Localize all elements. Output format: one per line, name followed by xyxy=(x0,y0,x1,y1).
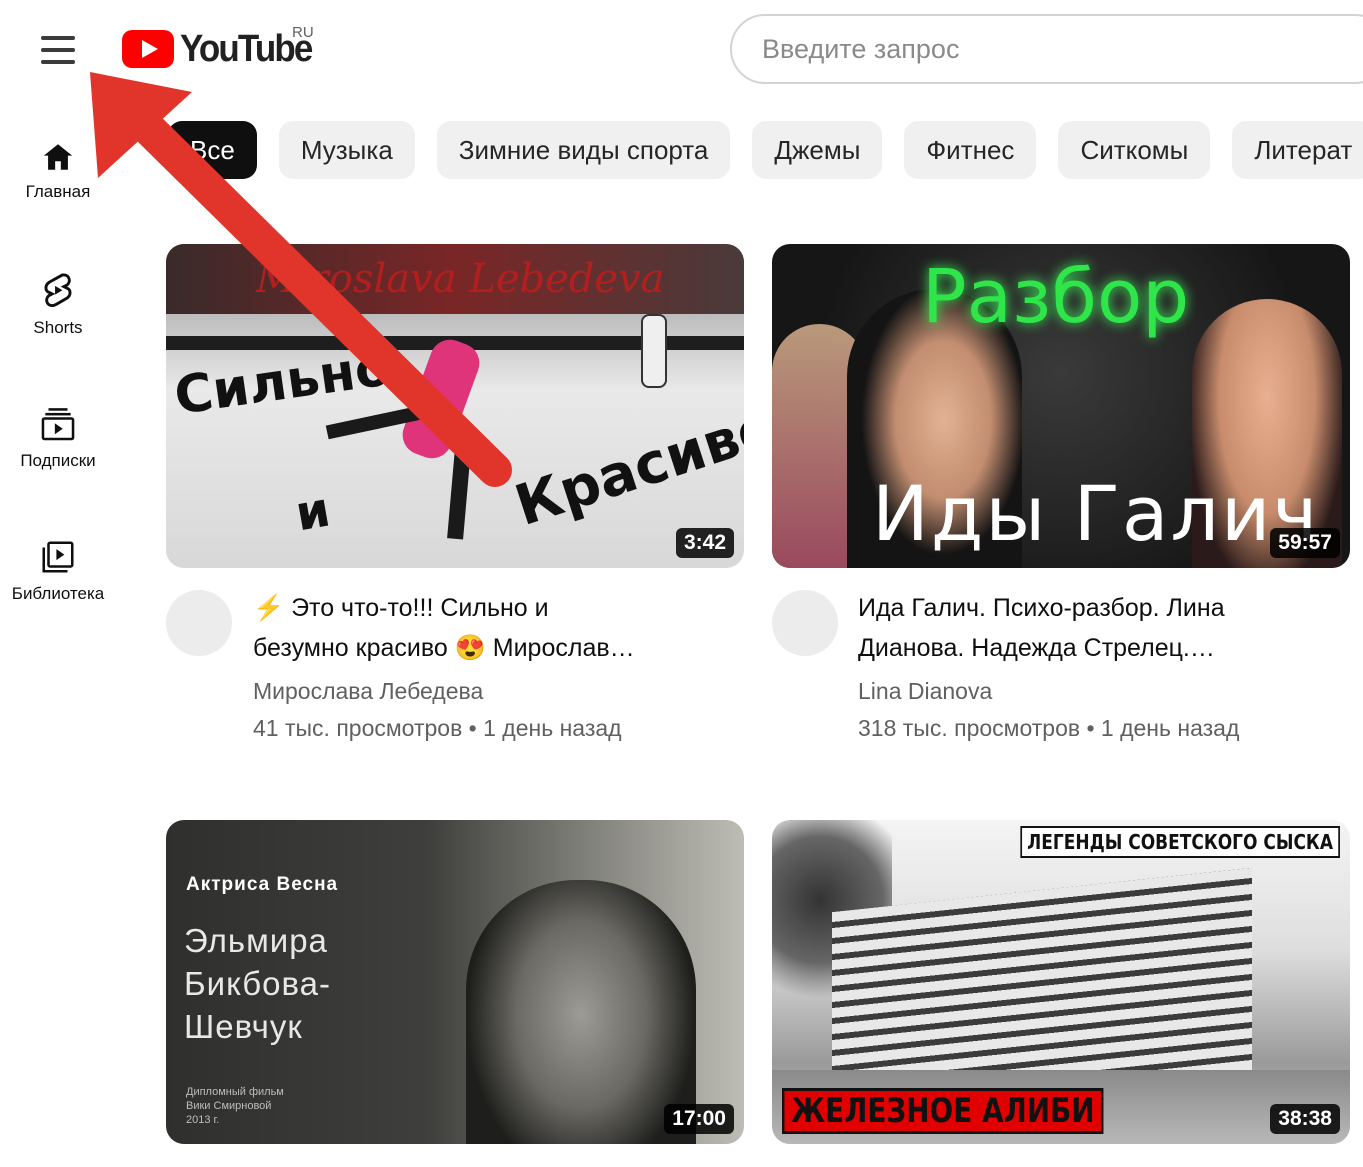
chip-winter-sports[interactable]: Зимние виды спорта xyxy=(436,121,731,179)
video-title-line: ⚡ Это что-то!!! Сильно и xyxy=(253,594,549,622)
hamburger-icon-bar xyxy=(41,60,75,64)
video-thumbnail[interactable]: Актриса Весна Эльмира Бикбова- Шевчук Ди… xyxy=(166,820,744,1144)
subscriptions-icon xyxy=(41,408,75,441)
thumbnail-text: ЛЕГЕНДЫ СОВЕТСКОГО СЫСКА xyxy=(1020,826,1340,858)
skater-figure xyxy=(447,448,471,540)
thumbnail-text: ЖЕЛЕЗНОЕ АЛИБИ xyxy=(782,1088,1104,1134)
video-meta: 41 тыс. просмотров • 1 день назад xyxy=(253,715,622,741)
duration-badge: 17:00 xyxy=(664,1104,734,1134)
chip-sitcoms[interactable]: Ситкомы xyxy=(1058,121,1211,179)
video-title-line: Ида Галич. Психо-разбор. Лина xyxy=(858,594,1225,622)
sidebar-item-library[interactable]: Библиотека xyxy=(0,538,116,604)
skater-figure xyxy=(641,314,667,388)
duration-badge: 59:57 xyxy=(1270,528,1340,558)
thumbnail-text: Бикбова- xyxy=(184,965,332,1002)
category-chips: Все Музыка Зимние виды спорта Джемы Фитн… xyxy=(168,121,1363,179)
thumbnail-text: Актриса Весна xyxy=(186,874,339,895)
chip-music[interactable]: Музыка xyxy=(278,121,415,179)
person-figure xyxy=(466,880,696,1144)
sidebar-item-subscriptions[interactable]: Подписки xyxy=(0,405,116,471)
sidebar-item-label: Главная xyxy=(25,182,91,201)
hamburger-icon-bar xyxy=(41,48,75,52)
sidebar-item-label: Подписки xyxy=(20,451,96,470)
thumbnail-text: Дипломный фильм xyxy=(186,1086,284,1098)
chip-literature[interactable]: Литерат xyxy=(1232,121,1363,179)
thumbnail-banner-text: Miroslava Lebedeva xyxy=(256,256,665,302)
duration-badge: 3:42 xyxy=(675,528,734,558)
sidebar-item-shorts[interactable]: Shorts xyxy=(0,272,116,338)
thumbnail-text: Вики Смирновой xyxy=(186,1100,272,1112)
video-thumbnail[interactable]: Разбор Иды Галич 59:57 xyxy=(772,244,1350,568)
shorts-icon xyxy=(44,273,72,308)
search-input[interactable] xyxy=(760,32,1363,66)
sidebar-item-label: Shorts xyxy=(33,318,83,337)
thumbnail-text: Шевчук xyxy=(184,1008,303,1045)
video-title[interactable]: ⚡ Это что-то!!! Сильно и безумно красиво… xyxy=(253,588,723,668)
channel-avatar[interactable] xyxy=(772,590,838,656)
channel-avatar[interactable] xyxy=(166,590,232,656)
home-icon xyxy=(43,144,73,170)
skater-figure xyxy=(396,334,486,464)
video-title[interactable]: Ида Галич. Психо-разбор. Лина Дианова. Н… xyxy=(858,588,1328,668)
thumbnail-text: 2013 г. xyxy=(186,1114,220,1126)
hamburger-icon-bar xyxy=(41,36,75,40)
video-title-line: безумно красиво 😍 Мирослав… xyxy=(253,634,635,662)
sidebar-item-home[interactable]: Главная xyxy=(0,140,116,202)
youtube-play-icon xyxy=(122,30,174,68)
sidebar-item-label: Библиотека xyxy=(11,584,105,603)
video-meta: 318 тыс. просмотров • 1 день назад xyxy=(858,715,1240,741)
thumbnail-text: Сильно xyxy=(170,337,395,427)
menu-button[interactable] xyxy=(28,26,88,74)
search-box[interactable] xyxy=(730,14,1363,84)
video-title-line: Дианова. Надежда Стрелец.… xyxy=(858,634,1215,662)
thumbnail-text: Разбор xyxy=(922,254,1190,340)
video-thumbnail[interactable]: ЛЕГЕНДЫ СОВЕТСКОГО СЫСКА ЖЕЛЕЗНОЕ АЛИБИ … xyxy=(772,820,1350,1144)
thumbnail-text: Эльмира xyxy=(184,922,328,959)
region-label: RU xyxy=(292,24,314,41)
chip-all[interactable]: Все xyxy=(168,121,257,179)
video-thumbnail[interactable]: Miroslava Lebedeva Сильно и Красиво 3:42 xyxy=(166,244,744,568)
channel-name[interactable]: Мирослава Лебедева xyxy=(253,678,483,705)
library-icon xyxy=(42,541,74,573)
duration-badge: 38:38 xyxy=(1270,1104,1340,1134)
chip-fitness[interactable]: Фитнес xyxy=(904,121,1037,179)
channel-name[interactable]: Lina Dianova xyxy=(858,678,992,705)
chip-jams[interactable]: Джемы xyxy=(752,121,883,179)
thumbnail-text: Иды Галич xyxy=(872,469,1320,558)
thumbnail-text: и xyxy=(291,481,335,543)
thumbnail-text: Красиво xyxy=(507,393,744,540)
